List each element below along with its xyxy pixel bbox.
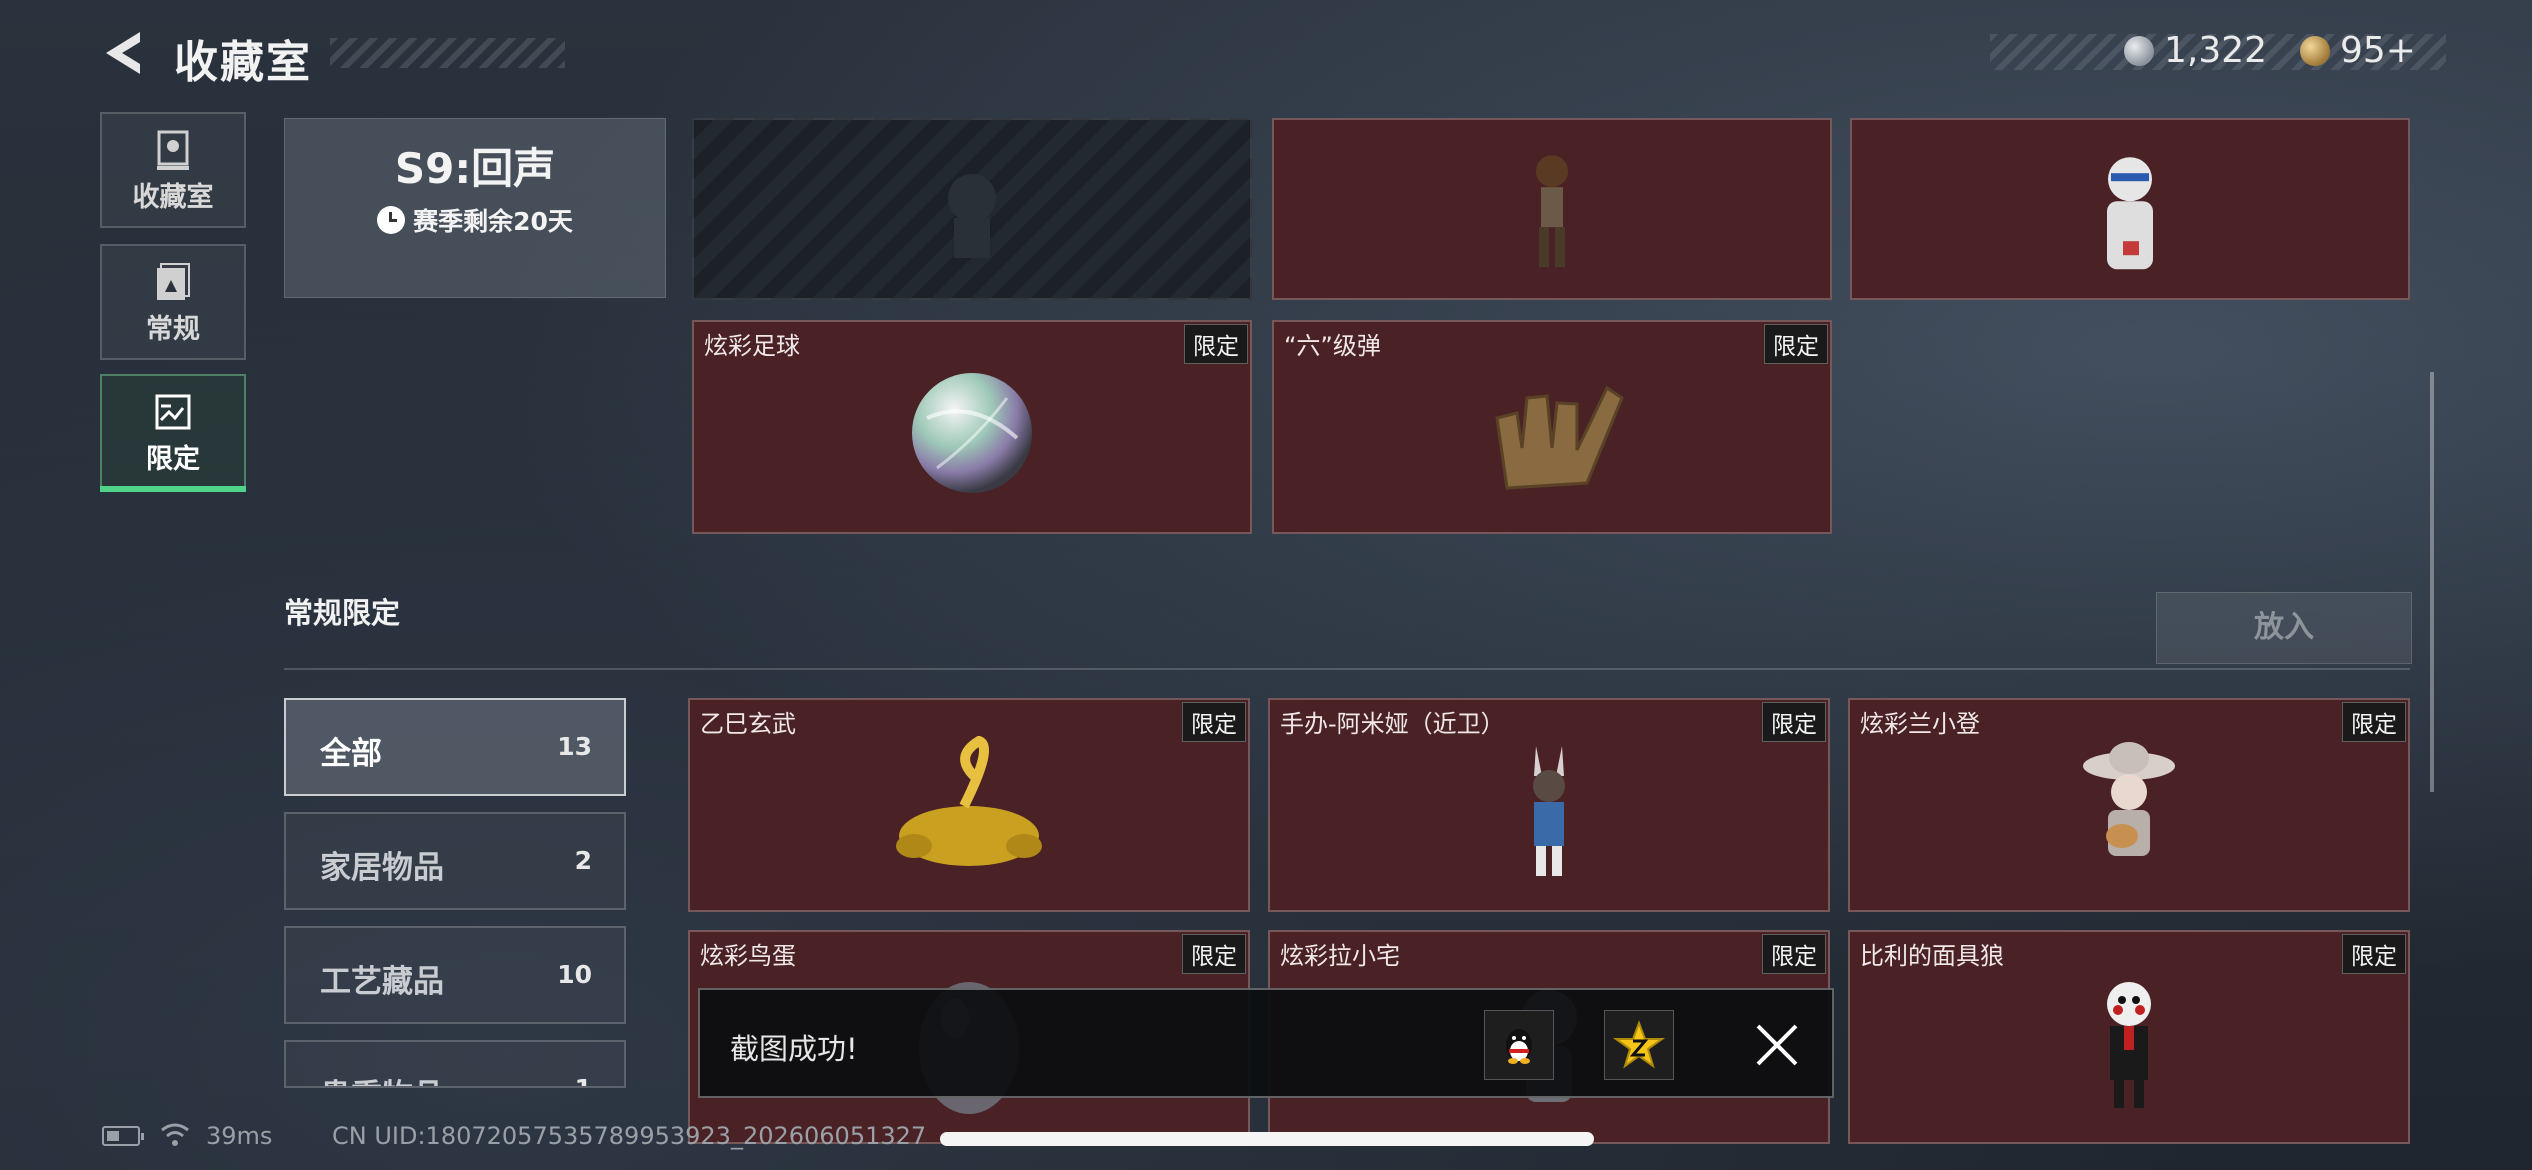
item-name: 炫彩兰小登 <box>1860 710 1980 738</box>
sidebar-item-limited[interactable]: 限定 <box>100 374 246 490</box>
limited-badge: 限定 <box>1764 324 1828 364</box>
item-card[interactable]: 炫彩兰小登 限定 <box>1848 698 2410 912</box>
uid-text: CN UID:18072057535789953923_202606051327 <box>332 1122 927 1150</box>
limited-badge: 限定 <box>1182 702 1246 742</box>
gold-amount: 95+ <box>2340 30 2416 71</box>
item-name: 炫彩足球 <box>704 332 800 360</box>
gold-currency[interactable]: 95+ <box>2300 30 2416 71</box>
item-card-figure-girl[interactable] <box>1272 118 1832 300</box>
item-card[interactable]: 乙巳玄武 限定 <box>688 698 1250 912</box>
gold-coin-icon <box>2300 35 2330 66</box>
limited-badge: 限定 <box>1182 934 1246 974</box>
item-name: 乙巳玄武 <box>700 710 796 738</box>
limited-badge: 限定 <box>1762 934 1826 974</box>
page-title: 收藏室 <box>174 37 312 88</box>
item-name: 炫彩拉小宅 <box>1280 942 1400 970</box>
item-name: 炫彩鸟蛋 <box>700 942 796 970</box>
item-name: 比利的面具狼 <box>1860 942 2004 970</box>
section-divider <box>284 668 2410 670</box>
clock-icon <box>377 206 406 234</box>
sidebar-item-label: 常规 <box>146 314 200 345</box>
bronze-hand-art <box>1495 385 1624 490</box>
item-name: “六”级弹 <box>1284 332 1381 360</box>
back-icon[interactable] <box>100 28 148 78</box>
silver-coin-icon <box>2124 35 2154 66</box>
active-indicator <box>100 486 246 492</box>
category-all[interactable]: 全部 13 <box>284 698 626 796</box>
home-indicator[interactable] <box>940 1132 1594 1146</box>
title-decoration <box>330 38 565 68</box>
category-crafts[interactable]: 工艺藏品 10 <box>284 926 626 1024</box>
wifi-icon <box>161 1123 189 1146</box>
toast-message: 截图成功! <box>730 1032 858 1066</box>
qq-icon <box>1506 1029 1532 1064</box>
qzone-star-icon <box>1612 1020 1666 1069</box>
card-icon <box>157 263 190 300</box>
billy-puppet-art <box>2107 982 2151 1108</box>
sombrero-figure-art <box>2083 742 2175 856</box>
qq-share-button[interactable] <box>1484 1010 1554 1080</box>
sidebar-item-regular[interactable]: 常规 <box>100 244 246 360</box>
section-title: 常规限定 <box>284 596 401 630</box>
category-furniture[interactable]: 家居物品 2 <box>284 812 626 910</box>
season-title: S9:回声 <box>394 144 556 193</box>
category-label: 家居物品 <box>320 850 444 886</box>
qzone-share-button[interactable] <box>1604 1010 1674 1080</box>
silver-amount: 1,322 <box>2164 30 2268 71</box>
item-card[interactable]: 手办-阿米娅（近卫） 限定 <box>1268 698 1830 912</box>
item-card-locked[interactable] <box>692 118 1252 300</box>
sidebar-item-label: 限定 <box>146 444 200 475</box>
ping-value: 39ms <box>206 1122 273 1150</box>
item-card[interactable]: 比利的面具狼 限定 <box>1848 930 2410 1144</box>
limited-badge: 限定 <box>2342 934 2406 974</box>
screenshot-toast: 截图成功! <box>698 988 1834 1098</box>
golden-turtle-art <box>896 736 1042 866</box>
silver-currency[interactable]: 1,322 <box>2124 30 2267 71</box>
item-card-colonel[interactable] <box>1850 118 2410 300</box>
category-label: 贵重物品 <box>320 1070 444 1086</box>
limited-badge: 限定 <box>1762 702 1826 742</box>
image-icon <box>155 394 191 430</box>
sidebar-item-label: 收藏室 <box>132 182 214 213</box>
limited-badge: 限定 <box>1184 324 1248 364</box>
season-remaining: 赛季剩余20天 <box>285 202 665 238</box>
category-count: 2 <box>574 846 592 875</box>
season-remaining-text: 赛季剩余20天 <box>413 207 573 236</box>
figure-girl-art <box>1536 155 1568 268</box>
item-name: 手办-阿米娅（近卫） <box>1280 710 1505 738</box>
category-label: 全部 <box>320 736 382 772</box>
category-count: 1 <box>575 1074 592 1086</box>
close-icon[interactable] <box>1754 1022 1800 1068</box>
category-valuables[interactable]: 贵重物品 1 <box>284 1040 626 1088</box>
category-count: 13 <box>557 732 592 761</box>
amiya-figure-art <box>1533 746 1565 876</box>
locked-item-silhouette <box>948 174 996 258</box>
trophy-icon <box>157 130 189 170</box>
iridescent-ball-art <box>912 373 1032 493</box>
battery-icon <box>102 1126 144 1146</box>
category-count: 10 <box>557 960 592 989</box>
colonel-figure-art <box>2107 157 2153 270</box>
put-in-button[interactable]: 放入 <box>2156 592 2412 664</box>
scrollbar[interactable] <box>2430 372 2434 792</box>
category-label: 工艺藏品 <box>320 964 444 1000</box>
season-card[interactable]: S9:回声 赛季剩余20天 <box>284 118 666 298</box>
item-card[interactable]: 炫彩足球 限定 <box>692 320 1252 534</box>
sidebar-item-collection[interactable]: 收藏室 <box>100 112 246 228</box>
item-card[interactable]: “六”级弹 限定 <box>1272 320 1832 534</box>
limited-badge: 限定 <box>2342 702 2406 742</box>
